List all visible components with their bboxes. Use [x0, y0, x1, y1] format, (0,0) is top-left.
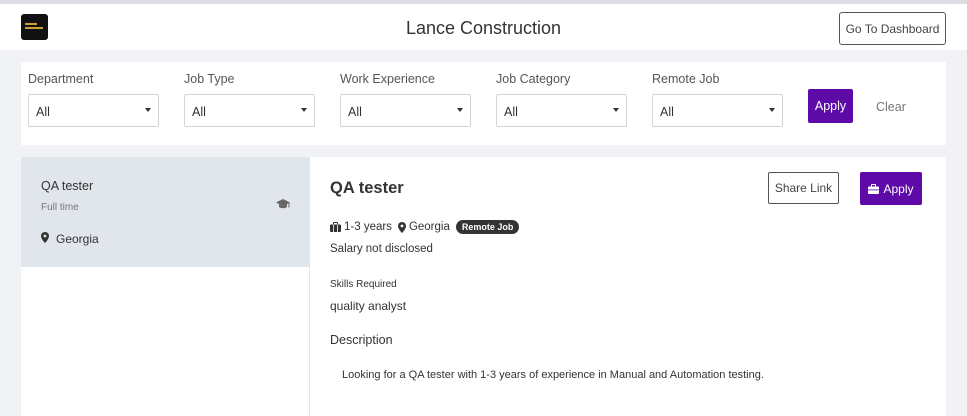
caret-down-icon — [301, 108, 307, 112]
briefcase-icon — [868, 183, 880, 194]
apply-filters-button[interactable]: Apply — [808, 89, 853, 123]
job-card-location: Georgia — [56, 232, 99, 246]
select-value: All — [192, 105, 206, 119]
job-meta: 1-3 years Georgia Remote Job — [330, 220, 520, 234]
apply-job-button[interactable]: Apply — [860, 172, 922, 205]
clear-filters-button[interactable]: Clear — [876, 100, 906, 114]
salary-text: Salary not disclosed — [330, 243, 433, 255]
filter-label: Remote Job — [652, 72, 720, 86]
filter-label: Work Experience — [340, 72, 435, 86]
job-card-type: Full time — [41, 202, 79, 213]
caret-down-icon — [145, 108, 151, 112]
caret-down-icon — [613, 108, 619, 112]
select-value: All — [660, 105, 674, 119]
filter-label: Department — [28, 72, 94, 86]
map-marker-icon — [41, 232, 49, 243]
header: Lance Construction Go To Dashboard — [0, 4, 967, 50]
select-value: All — [36, 105, 50, 119]
filter-bar: Department All Job Type All Work Experie… — [21, 62, 946, 145]
map-marker-icon — [397, 221, 406, 233]
job-list-item[interactable]: QA tester Full time Georgia — [21, 157, 309, 267]
description-heading: Description — [330, 333, 393, 347]
remote-job-badge: Remote Job — [455, 220, 520, 234]
apply-job-label: Apply — [883, 181, 914, 196]
remote-job-select[interactable]: All — [652, 94, 783, 127]
job-category-select[interactable]: All — [496, 94, 627, 127]
experience-text: 1-3 years — [344, 221, 392, 233]
panel-divider — [309, 157, 310, 416]
graduation-cap-icon — [276, 199, 290, 209]
select-value: All — [504, 105, 518, 119]
job-card-title: QA tester — [41, 179, 94, 193]
caret-down-icon — [769, 108, 775, 112]
filter-label: Job Type — [184, 72, 235, 86]
filter-label: Job Category — [496, 72, 571, 86]
location-text: Georgia — [408, 221, 450, 233]
select-value: All — [348, 105, 362, 119]
job-detail-title: QA tester — [330, 179, 404, 197]
page-title: Lance Construction — [405, 18, 562, 38]
go-to-dashboard-button[interactable]: Go To Dashboard — [839, 12, 946, 45]
skills-value: quality analyst — [330, 299, 407, 313]
caret-down-icon — [457, 108, 463, 112]
work-experience-select[interactable]: All — [340, 94, 471, 127]
skills-heading: Skills Required — [330, 279, 397, 290]
description-text: Looking for a QA tester with 1-3 years o… — [342, 369, 764, 381]
department-select[interactable]: All — [28, 94, 159, 127]
briefcase-icon — [330, 222, 341, 232]
share-link-button[interactable]: Share Link — [768, 172, 839, 204]
job-panel: QA tester Full time Georgia QA tester Sh… — [21, 157, 946, 416]
job-type-select[interactable]: All — [184, 94, 315, 127]
